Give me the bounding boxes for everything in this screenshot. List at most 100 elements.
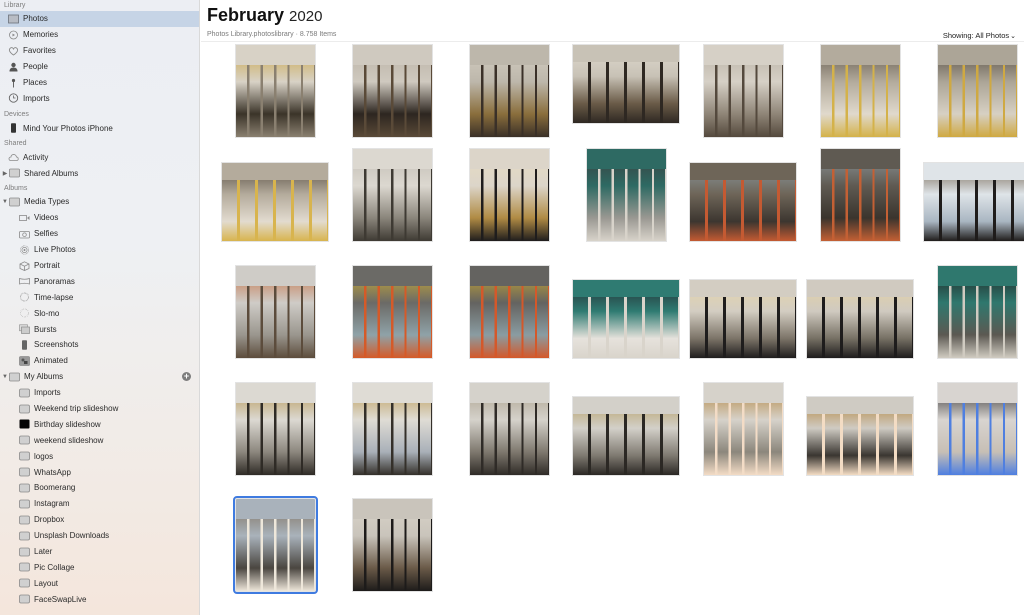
sidebar-item-places[interactable]: Places xyxy=(0,75,199,91)
cloud-icon xyxy=(8,153,19,162)
photo-thumbnail[interactable] xyxy=(936,382,1018,476)
sidebar-item-favorites[interactable]: Favorites xyxy=(0,43,199,59)
sidebar-item-logos[interactable]: logos xyxy=(0,448,199,464)
sidebar-item-selfies[interactable]: Selfies xyxy=(0,226,199,242)
showing-filter-dropdown[interactable]: Showing: All Photos⌄ xyxy=(943,31,1016,40)
album-icon xyxy=(19,467,30,477)
photo-thumbnail[interactable] xyxy=(936,44,1018,138)
sidebar-item-memories[interactable]: Memories xyxy=(0,27,199,43)
sidebar-item-label: Animated xyxy=(34,356,68,366)
sidebar-item-panoramas[interactable]: Panoramas xyxy=(0,273,199,289)
sidebar-item-mind-your-photos-iphone[interactable]: Mind Your Photos iPhone xyxy=(0,120,199,136)
sidebar-item-label: Later xyxy=(34,547,53,557)
sidebar-item-birthday-slideshow[interactable]: Birthday slideshow xyxy=(0,416,199,432)
sidebar-item-label: Weekend trip slideshow xyxy=(34,404,119,414)
photo-thumbnail[interactable] xyxy=(702,382,784,476)
album-icon xyxy=(19,435,30,445)
disclosure-triangle-icon[interactable]: ▶ xyxy=(2,170,8,177)
photo-thumbnail[interactable] xyxy=(819,148,901,242)
sidebar-item-faceswaplive[interactable]: FaceSwapLive xyxy=(0,591,199,607)
photo-thumbnail[interactable] xyxy=(232,496,318,594)
sidebar-item-videos[interactable]: Videos xyxy=(0,210,199,226)
photo-thumbnail[interactable] xyxy=(351,265,433,359)
sidebar-item-label: weekend slideshow xyxy=(34,435,104,445)
sidebar-item-portrait[interactable]: Portrait xyxy=(0,258,199,274)
sidebar-item-label: Media Types xyxy=(24,197,70,207)
disclosure-triangle-icon[interactable]: ▼ xyxy=(2,199,8,205)
photo-thumbnail[interactable] xyxy=(351,148,433,242)
album-icon xyxy=(19,499,30,509)
sidebar-item-label: Selfies xyxy=(34,229,59,239)
photo-thumbnail[interactable] xyxy=(221,162,329,242)
sidebar-item-slo-mo[interactable]: Slo-mo xyxy=(0,305,199,321)
devices-list: Mind Your Photos iPhone xyxy=(0,120,199,136)
photo-thumbnail[interactable] xyxy=(806,396,914,476)
photo-thumbnail[interactable] xyxy=(351,382,433,476)
sidebar-item-label: Favorites xyxy=(23,46,56,56)
photo-thumbnail[interactable] xyxy=(468,265,550,359)
section-header-shared: Shared xyxy=(4,140,27,148)
photo-thumbnail[interactable] xyxy=(806,279,914,359)
photo-thumbnail[interactable] xyxy=(351,44,433,138)
sidebar-item-instagram[interactable]: Instagram xyxy=(0,496,199,512)
photo-thumbnail[interactable] xyxy=(689,279,797,359)
sidebar-item-label: Shared Albums xyxy=(24,168,79,178)
photo-thumbnail[interactable] xyxy=(572,279,680,359)
sidebar-item-my-albums[interactable]: ▼ My Albums + xyxy=(0,369,199,385)
photo-thumbnail[interactable] xyxy=(585,148,667,242)
sidebar-item-bursts[interactable]: Bursts xyxy=(0,321,199,337)
sidebar-item-label: Screenshots xyxy=(34,340,79,350)
iphone-icon xyxy=(8,123,19,133)
photo-thumbnail[interactable] xyxy=(936,265,1018,359)
folder-icon xyxy=(9,197,20,207)
photo-thumbnail[interactable] xyxy=(468,148,550,242)
photo-thumbnail[interactable] xyxy=(689,162,797,242)
disclosure-triangle-icon[interactable]: ▼ xyxy=(2,374,8,380)
sidebar-item-later[interactable]: Later xyxy=(0,544,199,560)
sidebar-item-weekend-slideshow[interactable]: weekend slideshow xyxy=(0,432,199,448)
sidebar-item-photos[interactable]: Photos xyxy=(0,11,199,27)
album-icon xyxy=(19,483,30,493)
sidebar-item-layout[interactable]: Layout xyxy=(0,575,199,591)
sidebar-item-people[interactable]: People xyxy=(0,59,199,75)
sidebar-item-label: Panoramas xyxy=(34,276,75,286)
page-title: February 2020 xyxy=(207,5,322,26)
album-icon xyxy=(19,515,30,525)
sidebar-item-weekend-trip-slideshow[interactable]: Weekend trip slideshow xyxy=(0,401,199,417)
sidebar-item-activity[interactable]: Activity xyxy=(0,149,199,165)
photo-thumbnail[interactable] xyxy=(923,162,1024,242)
photo-thumbnail[interactable] xyxy=(234,382,316,476)
photo-thumbnail[interactable] xyxy=(234,44,316,138)
sidebar-item-dropbox[interactable]: Dropbox xyxy=(0,512,199,528)
clock-icon xyxy=(8,93,19,104)
sidebar-item-screenshots[interactable]: Screenshots xyxy=(0,337,199,353)
sidebar-item-media-types[interactable]: ▼ Media Types xyxy=(0,194,199,210)
sidebar-item-boomerang[interactable]: Boomerang xyxy=(0,480,199,496)
pin-icon xyxy=(8,78,19,87)
section-header-albums: Albums xyxy=(4,185,28,193)
sidebar-item-time-lapse[interactable]: Time-lapse xyxy=(0,289,199,305)
sidebar-item-whatsapp[interactable]: WhatsApp xyxy=(0,464,199,480)
sidebar-item-imports[interactable]: Imports xyxy=(0,90,199,106)
showing-filter-label: Showing: All Photos xyxy=(942,31,1010,40)
sidebar-item-unsplash-downloads[interactable]: Unsplash Downloads xyxy=(0,528,199,544)
sidebar-item-imports[interactable]: Imports xyxy=(0,385,199,401)
sidebar-item-label: Videos xyxy=(34,213,59,223)
photo-thumbnail[interactable] xyxy=(468,44,550,138)
title-year: 2020 xyxy=(289,8,323,25)
photo-thumbnail[interactable] xyxy=(819,44,901,138)
sidebar-item-shared-albums[interactable]: ▶ Shared Albums xyxy=(0,165,199,181)
photo-thumbnail[interactable] xyxy=(351,498,433,592)
sidebar-item-animated[interactable]: Animated xyxy=(0,353,199,369)
add-album-button[interactable]: + xyxy=(182,371,191,381)
sidebar-item-live-photos[interactable]: Live Photos xyxy=(0,242,199,258)
album-icon xyxy=(19,404,30,413)
sidebar-item-pic-collage[interactable]: Pic Collage xyxy=(0,560,199,576)
photo-thumbnail[interactable] xyxy=(572,44,680,124)
photo-thumbnail[interactable] xyxy=(702,44,784,138)
chevron-down-icon: ⌄ xyxy=(1010,33,1016,40)
photo-thumbnail[interactable] xyxy=(234,265,316,359)
photo-thumbnail[interactable] xyxy=(572,396,680,476)
album-icon xyxy=(19,531,30,541)
photo-thumbnail[interactable] xyxy=(468,382,550,476)
